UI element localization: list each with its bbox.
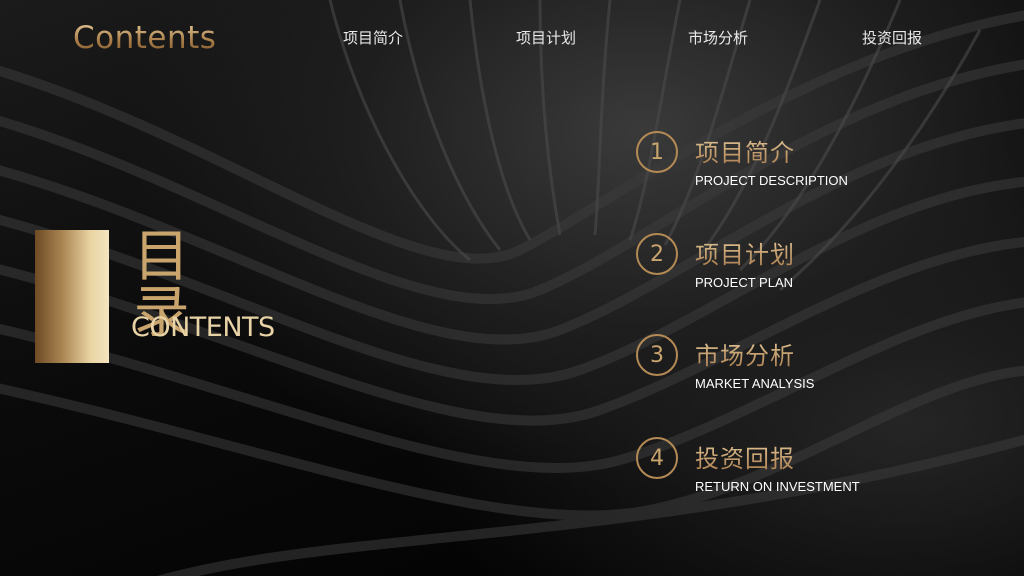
toc-item-2[interactable]: 2 项目计划 PROJECT PLAN bbox=[636, 233, 896, 303]
toc-item-subtitle: PROJECT DESCRIPTION bbox=[695, 173, 848, 188]
number-circle-icon: 4 bbox=[636, 437, 678, 479]
number-circle-icon: 2 bbox=[636, 233, 678, 275]
gold-accent-block bbox=[35, 230, 109, 363]
toc-item-3[interactable]: 3 市场分析 MARKET ANALYSIS bbox=[636, 334, 896, 404]
toc-item-title: 市场分析 bbox=[695, 336, 795, 371]
toc-item-subtitle: MARKET ANALYSIS bbox=[695, 376, 815, 391]
number-circle-icon: 3 bbox=[636, 334, 678, 376]
page-title-en: CONTENTS bbox=[131, 312, 275, 343]
toc-item-title: 项目简介 bbox=[695, 133, 795, 168]
nav-item-project-plan[interactable]: 项目计划 bbox=[516, 27, 576, 48]
logo: Contents bbox=[73, 20, 217, 56]
nav-item-market-analysis[interactable]: 市场分析 bbox=[688, 27, 748, 48]
toc-item-4[interactable]: 4 投资回报 RETURN ON INVESTMENT bbox=[636, 437, 896, 507]
number-circle-icon: 1 bbox=[636, 131, 678, 173]
toc-item-title: 项目计划 bbox=[695, 235, 795, 270]
toc-item-title: 投资回报 bbox=[695, 439, 795, 474]
toc-item-subtitle: RETURN ON INVESTMENT bbox=[695, 479, 860, 494]
toc-item-1[interactable]: 1 项目简介 PROJECT DESCRIPTION bbox=[636, 131, 896, 201]
nav-item-project-intro[interactable]: 项目简介 bbox=[343, 27, 403, 48]
nav-item-investment-return[interactable]: 投资回报 bbox=[862, 27, 922, 48]
toc-item-subtitle: PROJECT PLAN bbox=[695, 275, 794, 290]
